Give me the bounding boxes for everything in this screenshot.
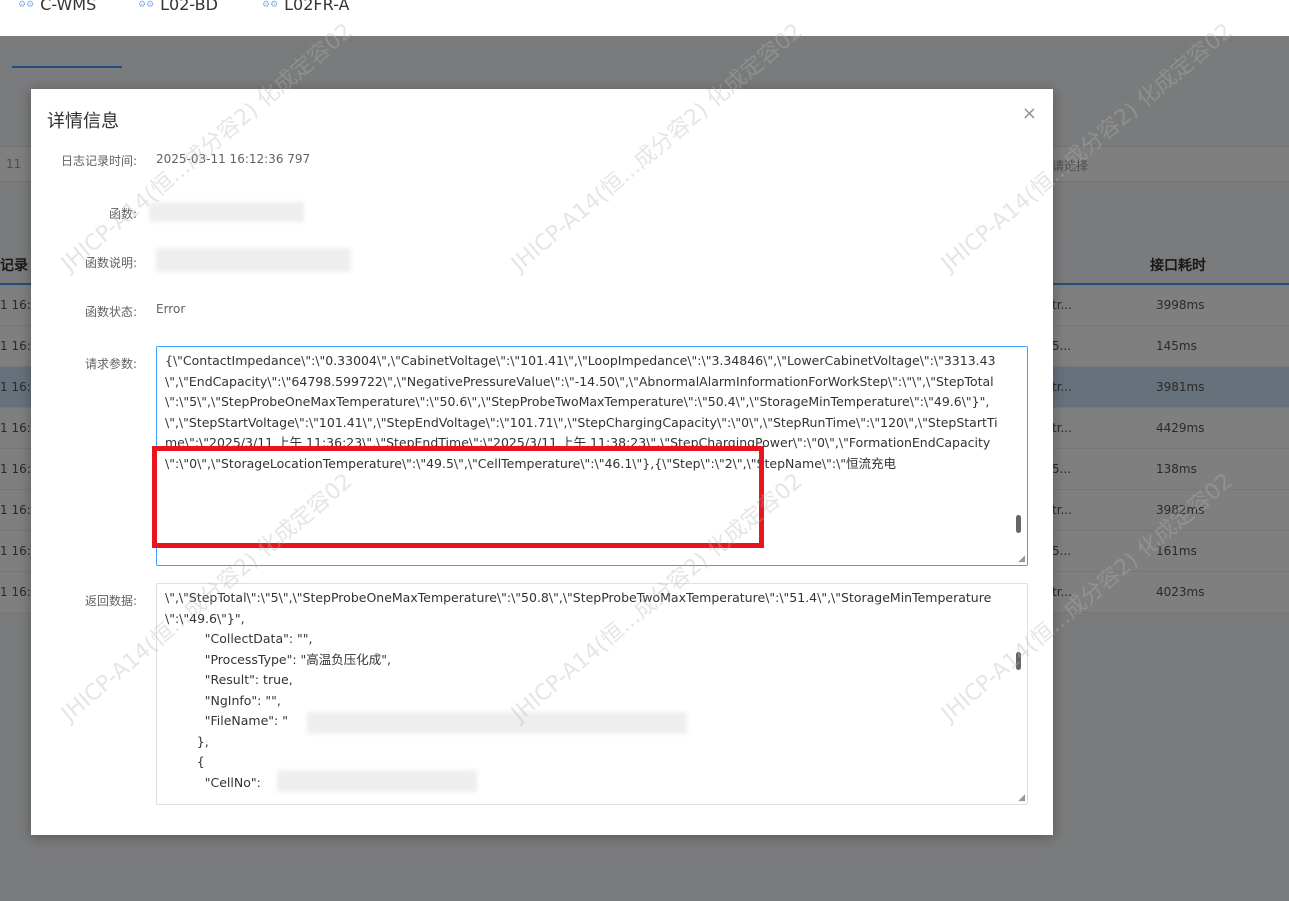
top-breadcrumb-bar: ⚙⚙ C-WMS ⚙⚙ L02-BD ⚙⚙ L02FR-A <box>0 0 1289 36</box>
breadcrumb-label: L02FR-A <box>284 0 350 14</box>
response-scrollbar[interactable] <box>1016 652 1021 670</box>
resize-handle-icon[interactable]: ◢ <box>1018 554 1025 564</box>
project-icon: ⚙⚙ <box>138 0 155 10</box>
close-icon[interactable]: × <box>1022 103 1037 124</box>
function-status-label: 函数状态: <box>84 305 137 319</box>
function-status-value: Error <box>156 302 186 316</box>
dialog-title: 详情信息 <box>47 111 119 132</box>
redacted-cellno <box>277 770 477 792</box>
log-time-label: 日志记录时间: <box>60 154 137 168</box>
response-text: \",\"StepTotal\":\"5\",\"StepProbeOneMax… <box>165 590 992 790</box>
response-label: 返回数据: <box>84 594 137 608</box>
breadcrumb-label: C-WMS <box>40 0 97 14</box>
function-desc-label: 函数说明: <box>84 256 137 270</box>
resize-handle-icon[interactable]: ◢ <box>1018 793 1025 803</box>
request-scrollbar[interactable] <box>1016 515 1021 533</box>
response-textarea[interactable]: \",\"StepTotal\":\"5\",\"StepProbeOneMax… <box>156 583 1028 805</box>
breadcrumb-label: L02-BD <box>160 0 218 14</box>
project-icon: ⚙⚙ <box>18 0 35 10</box>
request-label: 请求参数: <box>84 357 137 371</box>
breadcrumb-item-l02fr-a[interactable]: ⚙⚙ L02FR-A <box>262 0 349 14</box>
redacted-function-desc <box>156 248 351 272</box>
breadcrumb-item-l02-bd[interactable]: ⚙⚙ L02-BD <box>138 0 218 14</box>
project-icon: ⚙⚙ <box>262 0 279 10</box>
highlight-annotation-box <box>152 446 764 548</box>
function-label: 函数: <box>108 207 137 221</box>
redacted-function <box>149 202 304 222</box>
breadcrumb-item-cwms[interactable]: ⚙⚙ C-WMS <box>18 0 96 14</box>
log-time-value: 2025-03-11 16:12:36 797 <box>156 152 311 166</box>
redacted-filename <box>307 712 687 734</box>
